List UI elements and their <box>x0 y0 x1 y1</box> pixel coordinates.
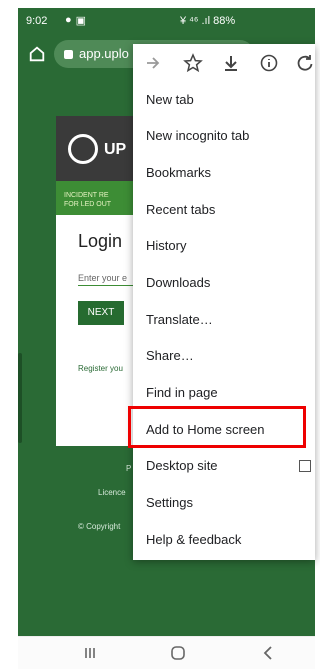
url-text: app.uplo <box>79 46 129 61</box>
menu-item-new-incognito-tab[interactable]: New incognito tab <box>133 118 315 154</box>
info-icon[interactable] <box>259 53 279 73</box>
status-right: ¥ ⁴⁶ .ıl 88% <box>180 15 236 27</box>
menu-item-new-tab[interactable]: New tab <box>133 82 315 118</box>
menu-item-translate[interactable]: Translate… <box>133 302 315 338</box>
menu-item-add-to-home-screen[interactable]: Add to Home screen <box>133 412 315 448</box>
menu-item-bookmarks[interactable]: Bookmarks <box>133 155 315 191</box>
back-nav-icon[interactable] <box>258 643 278 663</box>
menu-item-desktop-site-label: Desktop site <box>146 458 218 473</box>
download-icon[interactable] <box>221 53 241 73</box>
menu-toolbar <box>133 44 315 82</box>
recent-apps-icon[interactable] <box>80 643 100 663</box>
footer-p: P <box>126 464 132 473</box>
gallery-icon: ▣ <box>75 15 87 27</box>
notification-icon: ● <box>65 14 72 26</box>
browser-overflow-menu: New tab New incognito tab Bookmarks Rece… <box>133 44 315 560</box>
home-icon[interactable] <box>28 45 46 63</box>
footer-licence[interactable]: Licence <box>98 488 126 497</box>
menu-item-share[interactable]: Share… <box>133 338 315 374</box>
brand-text: UP <box>104 141 127 158</box>
menu-item-history[interactable]: History <box>133 228 315 264</box>
home-nav-icon[interactable] <box>168 643 188 663</box>
refresh-icon[interactable] <box>295 53 315 73</box>
star-icon[interactable] <box>183 53 203 73</box>
scroll-handle[interactable] <box>18 353 22 443</box>
next-button[interactable]: NEXT <box>78 301 124 325</box>
menu-item-downloads[interactable]: Downloads <box>133 265 315 301</box>
lock-icon <box>64 50 73 60</box>
status-bar: 9:02 ● ▣ ¥ ⁴⁶ .ıl 88% <box>18 8 315 34</box>
forward-icon[interactable] <box>143 53 163 73</box>
menu-item-desktop-site[interactable]: Desktop site <box>133 448 315 484</box>
menu-item-help-feedback[interactable]: Help & feedback <box>133 522 315 558</box>
android-nav-bar <box>18 636 315 669</box>
status-icons: ● ▣ <box>65 14 86 27</box>
logo-icon <box>68 134 98 164</box>
login-title: Login <box>78 231 123 251</box>
menu-item-settings[interactable]: Settings <box>133 485 315 521</box>
footer-copyright: © Copyright <box>78 522 121 531</box>
register-link[interactable]: Register you <box>78 364 123 373</box>
menu-item-find-in-page[interactable]: Find in page <box>133 375 315 411</box>
status-time: 9:02 <box>26 15 48 27</box>
desktop-site-checkbox[interactable] <box>299 460 311 472</box>
menu-item-recent-tabs[interactable]: Recent tabs <box>133 192 315 228</box>
